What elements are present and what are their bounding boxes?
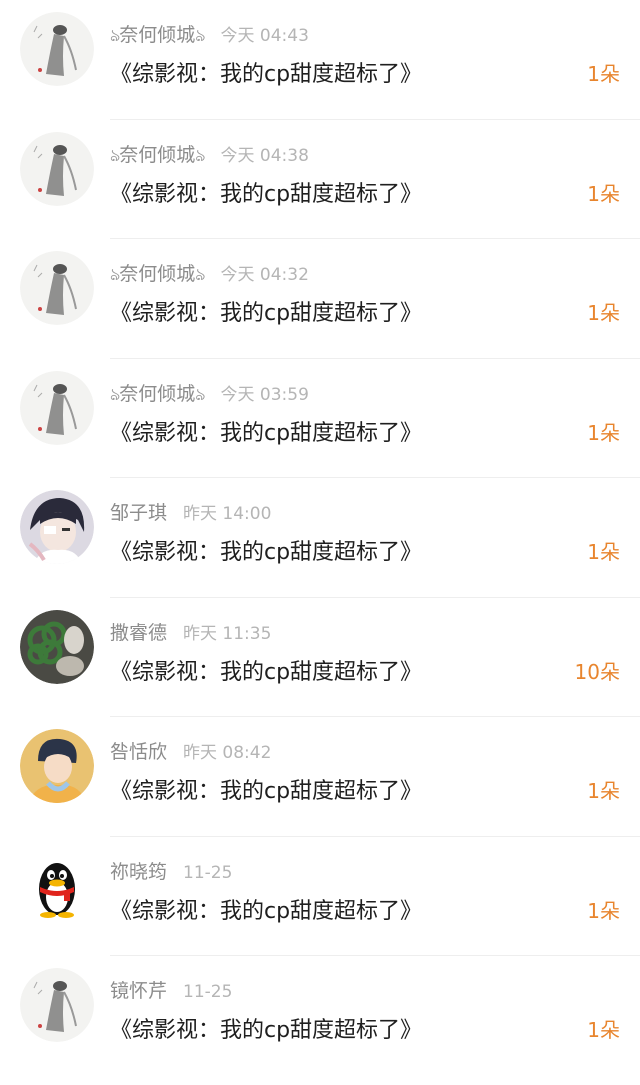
ink-painting-icon: [20, 251, 94, 325]
timestamp: 今天 04:38: [220, 145, 309, 166]
timestamp: 今天 04:32: [220, 265, 309, 285]
flower-count: 1朵: [587, 1018, 620, 1042]
book-title[interactable]: 《综影视：我的cp甜度超标了》: [110, 893, 422, 925]
sender-name[interactable]: 奈何倾城: [119, 383, 195, 405]
avatar[interactable]: [20, 131, 94, 206]
list-item[interactable]: ঌ奈何倾城ঌ 今天 04:38 《综影视：我的cp甜度超标了》 1朵: [20, 120, 640, 239]
book-title[interactable]: 《综影视：我的cp甜度超标了》: [110, 1012, 422, 1044]
gift-record-list: ঌ奈何倾城ঌ 今天 04:43 《综影视：我的cp甜度超标了》 1朵 ঌ奈何倾城ঌ…: [0, 0, 640, 1076]
list-item[interactable]: 邹子琪 昨天 14:00 《综影视：我的cp甜度超标了》 1朵: [20, 478, 640, 598]
row-meta: 镜怀芹 11-25: [110, 978, 232, 1004]
avatar[interactable]: [20, 370, 94, 445]
flower-count: 1朵: [587, 62, 620, 86]
row-meta: 撒睿德 昨天 11:35: [110, 620, 271, 646]
anime-boy-icon: [20, 490, 94, 564]
flower-count: 1朵: [587, 301, 620, 325]
list-item[interactable]: ঌ奈何倾城ঌ 今天 03:59 《综影视：我的cp甜度超标了》 1朵: [20, 359, 640, 478]
sender-name[interactable]: 镜怀芹: [110, 980, 167, 1002]
avatar[interactable]: [20, 12, 94, 86]
flower-count: 1朵: [587, 181, 620, 206]
avatar[interactable]: [20, 729, 94, 803]
avatar[interactable]: [20, 251, 94, 325]
ink-painting-icon: [20, 12, 94, 86]
list-item[interactable]: 镜怀芹 11-25 《综影视：我的cp甜度超标了》 1朵: [20, 956, 640, 1076]
avatar[interactable]: [20, 848, 94, 923]
qq-penguin-icon: [20, 848, 94, 923]
sender-name[interactable]: 邹子琪: [110, 502, 167, 524]
row-meta: ঌ奈何倾城ঌ 今天 04:32: [110, 261, 309, 287]
sender-name[interactable]: 奈何倾城: [119, 144, 195, 166]
book-title[interactable]: 《综影视：我的cp甜度超标了》: [110, 773, 422, 805]
name-ornament-left: ঌ: [110, 265, 120, 285]
name-ornament-right: ঌ: [195, 384, 205, 405]
timestamp: 昨天 14:00: [183, 504, 272, 524]
row-meta: 咎恬欣 昨天 08:42: [110, 739, 271, 765]
name-ornament-right: ঌ: [195, 145, 205, 166]
sender-name[interactable]: 祢晓筠: [110, 861, 167, 883]
timestamp: 11-25: [183, 982, 233, 1002]
flower-count: 1朵: [587, 540, 620, 564]
flower-count: 10朵: [574, 659, 620, 684]
avatar[interactable]: [20, 609, 94, 684]
ink-painting-icon: [20, 131, 94, 206]
sender-name[interactable]: 奈何倾城: [119, 263, 195, 285]
book-title[interactable]: 《综影视：我的cp甜度超标了》: [110, 56, 422, 88]
list-item[interactable]: 撒睿德 昨天 11:35 《综影视：我的cp甜度超标了》 10朵: [20, 598, 640, 717]
avatar[interactable]: [20, 968, 94, 1042]
row-meta: 邹子琪 昨天 14:00: [110, 500, 271, 526]
timestamp: 今天 03:59: [220, 384, 309, 405]
row-meta: ঌ奈何倾城ঌ 今天 03:59: [110, 381, 309, 407]
sender-name[interactable]: 奈何倾城: [119, 24, 195, 46]
list-item[interactable]: ঌ奈何倾城ঌ 今天 04:43 《综影视：我的cp甜度超标了》 1朵: [20, 0, 640, 120]
flower-count: 1朵: [587, 420, 620, 445]
row-meta: ঌ奈何倾城ঌ 今天 04:38: [110, 142, 309, 168]
book-title[interactable]: 《综影视：我的cp甜度超标了》: [110, 415, 422, 447]
timestamp: 昨天 11:35: [183, 623, 272, 644]
list-item[interactable]: 祢晓筠 11-25 《综影视：我的cp甜度超标了》 1朵: [20, 837, 640, 956]
book-title[interactable]: 《综影视：我的cp甜度超标了》: [110, 534, 422, 566]
row-meta: 祢晓筠 11-25: [110, 859, 232, 885]
timestamp: 11-25: [183, 862, 233, 883]
name-ornament-right: ঌ: [195, 26, 205, 46]
flower-count: 1朵: [587, 779, 620, 803]
timestamp: 昨天 08:42: [183, 743, 272, 763]
name-ornament-left: ঌ: [110, 26, 120, 46]
name-ornament-right: ঌ: [195, 265, 205, 285]
list-item[interactable]: 咎恬欣 昨天 08:42 《综影视：我的cp甜度超标了》 1朵: [20, 717, 640, 837]
green-flower-icon: [20, 609, 94, 684]
sender-name[interactable]: 咎恬欣: [110, 741, 167, 763]
name-ornament-left: ঌ: [110, 145, 120, 166]
name-ornament-left: ঌ: [110, 384, 120, 405]
ink-painting-icon: [20, 968, 94, 1042]
book-title[interactable]: 《综影视：我的cp甜度超标了》: [110, 654, 422, 686]
list-item[interactable]: ঌ奈何倾城ঌ 今天 04:32 《综影视：我的cp甜度超标了》 1朵: [20, 239, 640, 359]
sender-name[interactable]: 撒睿德: [110, 622, 167, 644]
timestamp: 今天 04:43: [220, 26, 309, 46]
book-title[interactable]: 《综影视：我的cp甜度超标了》: [110, 176, 422, 208]
ink-painting-icon: [20, 370, 94, 445]
illustrated-boy-icon: [20, 729, 94, 803]
flower-count: 1朵: [587, 898, 620, 923]
avatar[interactable]: [20, 490, 94, 564]
row-meta: ঌ奈何倾城ঌ 今天 04:43: [110, 22, 309, 48]
book-title[interactable]: 《综影视：我的cp甜度超标了》: [110, 295, 422, 327]
